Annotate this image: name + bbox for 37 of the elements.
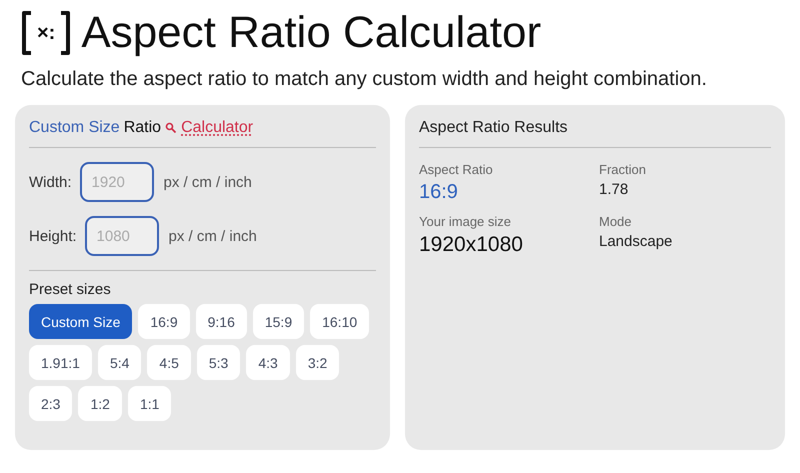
calculator-link[interactable]: Calculator bbox=[181, 119, 254, 137]
page-subtitle: Calculate the aspect ratio to match any custom width and height combination. bbox=[21, 68, 708, 91]
preset-button[interactable]: 9:16 bbox=[196, 304, 247, 339]
unit-label: px / cm / inch bbox=[168, 228, 257, 244]
logo: ×: bbox=[21, 8, 72, 58]
preset-button[interactable]: 4:3 bbox=[246, 345, 290, 380]
result-label: Aspect Ratio bbox=[419, 162, 494, 177]
input-field[interactable]: 1080 bbox=[84, 216, 159, 256]
result-value: Landscape bbox=[599, 233, 674, 250]
section-label: Preset sizes bbox=[29, 281, 112, 298]
result-value: 1920x1080 bbox=[419, 233, 524, 257]
result-value: 1.78 bbox=[599, 181, 630, 198]
field-label: Width: bbox=[29, 174, 72, 190]
card-title-prefix: Custom Size bbox=[29, 119, 120, 137]
preset-button[interactable]: 16:9 bbox=[138, 304, 190, 339]
card-title: Ratio bbox=[124, 119, 162, 137]
preset-button[interactable]: 1:1 bbox=[128, 386, 172, 421]
preset-button[interactable]: 4:5 bbox=[147, 345, 191, 380]
result-label: Fraction bbox=[599, 162, 647, 177]
result-value: 16:9 bbox=[419, 181, 459, 204]
preset-button[interactable]: 1.91:1 bbox=[29, 345, 92, 380]
preset-button[interactable]: 3:2 bbox=[296, 345, 340, 380]
preset-button[interactable]: 5:4 bbox=[98, 345, 142, 380]
preset-button[interactable]: 16:10 bbox=[310, 304, 370, 339]
field-label: Height: bbox=[29, 228, 77, 244]
preset-button[interactable]: 15:9 bbox=[252, 304, 304, 339]
card-title: Aspect Ratio Results bbox=[419, 119, 569, 137]
result-label: Your image size bbox=[419, 214, 512, 229]
input-field[interactable]: 1920 bbox=[80, 162, 154, 202]
page-title: Aspect Ratio Calculator bbox=[81, 7, 542, 59]
result-label: Mode bbox=[599, 214, 633, 229]
preset-button[interactable]: Custom Size bbox=[29, 304, 132, 339]
preset-button[interactable]: 5:3 bbox=[196, 345, 240, 380]
search-icon bbox=[165, 122, 178, 134]
preset-button[interactable]: 1:2 bbox=[78, 386, 122, 421]
unit-label: px / cm / inch bbox=[164, 174, 252, 190]
preset-button[interactable]: 2:3 bbox=[29, 386, 72, 421]
